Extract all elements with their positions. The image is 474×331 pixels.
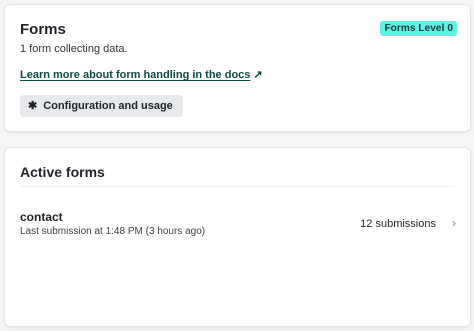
chevron-right-icon: ›: [452, 216, 456, 230]
docs-link[interactable]: Learn more about form handling in the do…: [20, 68, 263, 81]
forms-summary: 1 form collecting data.: [20, 43, 128, 55]
form-row-contact[interactable]: contact Last submission at 1:48 PM (3 ho…: [5, 204, 470, 242]
section-title: Active forms: [20, 164, 105, 180]
form-last-submission: Last submission at 1:48 PM (3 hours ago): [20, 226, 206, 237]
divider: [20, 186, 455, 187]
form-name: contact: [20, 210, 63, 224]
form-submission-count: 12 submissions: [360, 218, 436, 230]
forms-overview-card: Forms Forms Level 0 1 form collecting da…: [4, 4, 471, 132]
configuration-button-label: Configuration and usage: [43, 100, 173, 112]
forms-level-badge: Forms Level 0: [380, 21, 457, 36]
docs-link-label: Learn more about form handling in the do…: [20, 69, 251, 81]
page-title: Forms: [20, 21, 66, 38]
active-forms-card: Active forms contact Last submission at …: [4, 147, 471, 327]
configuration-button[interactable]: ✱ Configuration and usage: [20, 95, 183, 117]
external-link-icon: ↗: [253, 69, 263, 81]
gear-icon: ✱: [28, 99, 38, 112]
